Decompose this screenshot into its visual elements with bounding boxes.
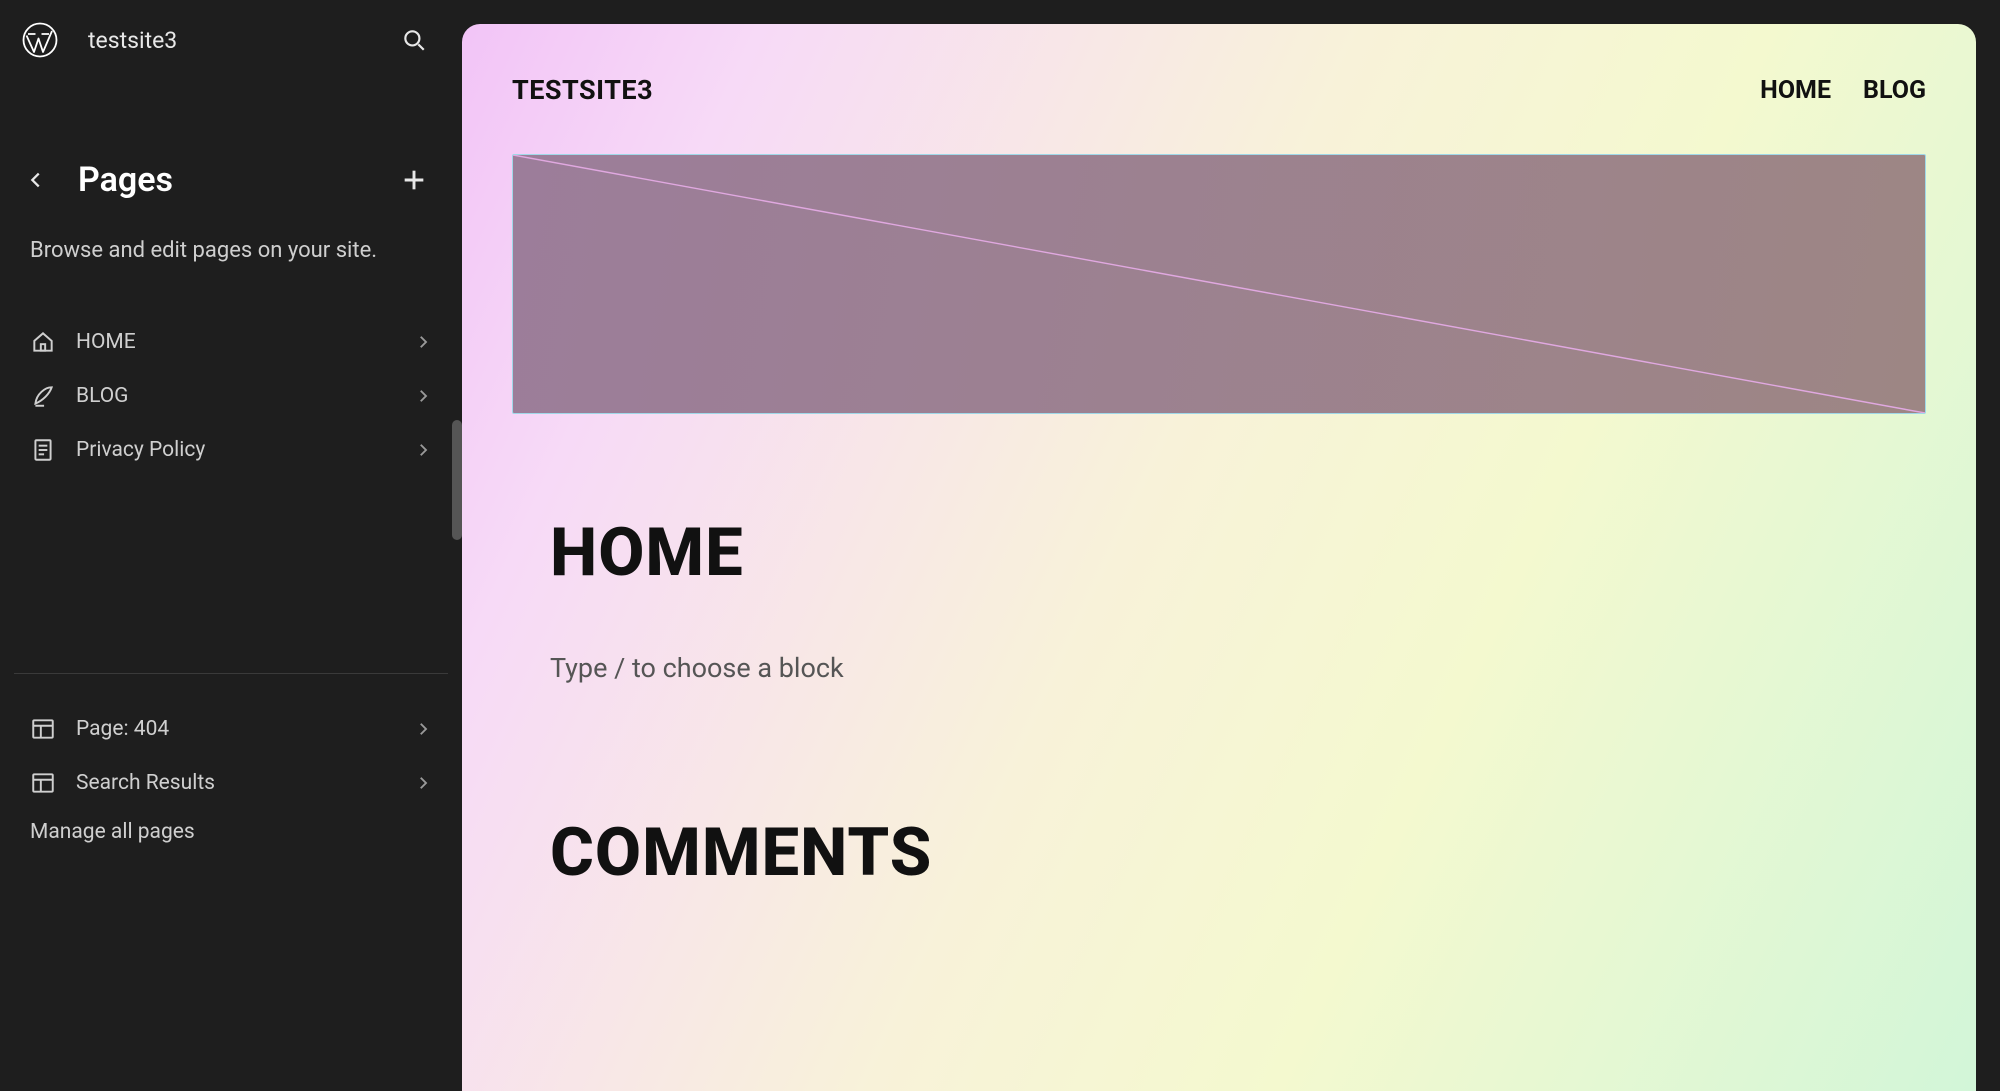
layout-icon: [30, 716, 56, 742]
wordpress-logo-icon[interactable]: [22, 22, 58, 58]
comments-heading: COMMENTS: [550, 814, 1926, 892]
page-list: HOME BLOG: [0, 267, 462, 477]
app-root: testsite3 Pages: [0, 0, 2000, 1091]
page-preview[interactable]: TESTSITE3 HOME BLOG HOME Type / to choos…: [462, 24, 1976, 1091]
pages-description: Browse and edit pages on your site.: [0, 200, 462, 267]
preview-nav-blog[interactable]: BLOG: [1863, 76, 1926, 105]
back-button[interactable]: [22, 166, 50, 194]
scrollbar-thumb[interactable]: [452, 420, 462, 540]
site-name[interactable]: testsite3: [88, 27, 177, 54]
add-page-button[interactable]: [396, 162, 432, 198]
sidebar-item-page-404[interactable]: Page: 404: [12, 702, 450, 756]
quill-icon: [30, 383, 56, 409]
sidebar-item-label: Page: 404: [76, 717, 414, 741]
chevron-right-icon: [414, 774, 432, 792]
sidebar-item-label: Search Results: [76, 771, 414, 795]
search-button[interactable]: [396, 22, 432, 58]
sidebar-item-label: HOME: [76, 330, 414, 354]
home-icon: [30, 329, 56, 355]
sidebar-item-privacy-policy[interactable]: Privacy Policy: [12, 423, 450, 477]
chevron-right-icon: [414, 387, 432, 405]
site-identity[interactable]: testsite3: [22, 22, 177, 58]
template-list: Page: 404 Search Results: [0, 702, 462, 810]
sidebar-item-home[interactable]: HOME: [12, 315, 450, 369]
pages-header: Pages: [0, 80, 462, 200]
preview-header: TESTSITE3 HOME BLOG: [512, 74, 1926, 106]
sidebar-top-bar: testsite3: [0, 0, 462, 80]
preview-nav: HOME BLOG: [1760, 76, 1926, 105]
preview-wrap: TESTSITE3 HOME BLOG HOME Type / to choos…: [462, 0, 2000, 1091]
manage-all-pages-link[interactable]: Manage all pages: [0, 810, 462, 854]
sidebar-item-blog[interactable]: BLOG: [12, 369, 450, 423]
chevron-right-icon: [414, 333, 432, 351]
block-placeholder[interactable]: Type / to choose a block: [550, 652, 1926, 684]
sidebar-item-search-results[interactable]: Search Results: [12, 756, 450, 810]
pages-title: Pages: [78, 160, 173, 200]
preview-page-title[interactable]: HOME: [550, 514, 1926, 592]
sidebar-item-label: BLOG: [76, 384, 414, 408]
sidebar: testsite3 Pages: [0, 0, 462, 1091]
chevron-right-icon: [414, 441, 432, 459]
chevron-right-icon: [414, 720, 432, 738]
layout-icon: [30, 770, 56, 796]
sidebar-divider: [14, 673, 448, 674]
preview-nav-home[interactable]: HOME: [1760, 76, 1831, 105]
pages-header-left: Pages: [22, 160, 173, 200]
document-icon: [30, 437, 56, 463]
featured-image-placeholder[interactable]: [512, 154, 1926, 414]
sidebar-item-label: Privacy Policy: [76, 438, 414, 462]
preview-site-title[interactable]: TESTSITE3: [512, 74, 653, 106]
